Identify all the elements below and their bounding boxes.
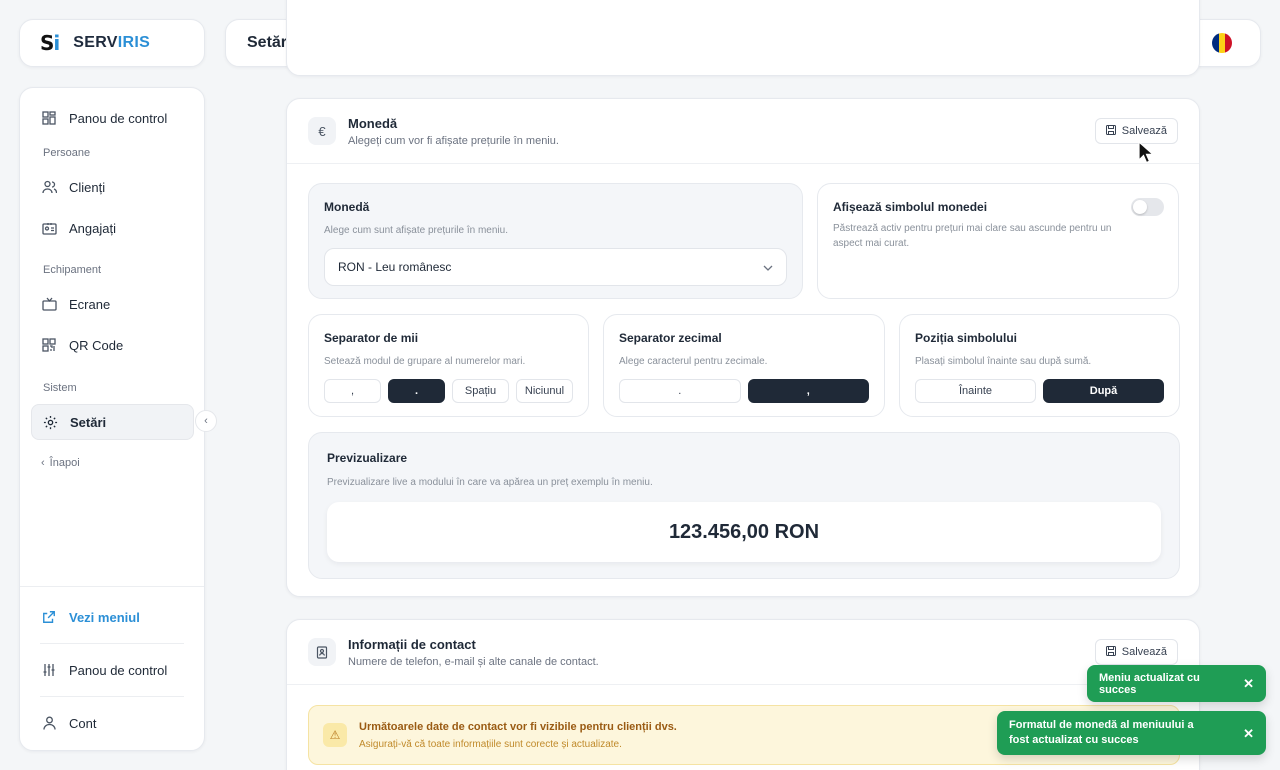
view-menu-label: Vezi meniul	[69, 609, 140, 625]
control-panel-link[interactable]: Panou de control	[31, 652, 194, 688]
sidebar-item-screens[interactable]: Ecrane	[31, 286, 194, 322]
position-option-after[interactable]: După	[1043, 379, 1164, 403]
chevron-down-icon	[763, 260, 773, 274]
sidebar-item-label: QR Code	[69, 337, 124, 353]
divider	[20, 586, 204, 587]
symbol-position-panel: Poziția simbolului Plasați simbolul înai…	[899, 314, 1180, 417]
preview-panel: Previzualizare Previzualizare live a mod…	[308, 432, 1180, 579]
sidebar-item-employees[interactable]: Angajați	[31, 210, 194, 246]
mouse-cursor-icon	[1138, 140, 1155, 170]
sidebar-item-settings[interactable]: Setări	[31, 404, 194, 440]
panel-subtitle: Setează modul de grupare al numerelor ma…	[324, 356, 526, 367]
contact-section-header: Informații de contact Numere de telefon,…	[287, 620, 1199, 685]
id-card-icon	[41, 220, 57, 236]
save-label: Salvează	[1121, 646, 1167, 658]
currency-symbol-panel: Afișează simbolul monedei Păstrează acti…	[817, 183, 1179, 299]
panel-title: Separator de mii	[324, 331, 419, 345]
close-icon[interactable]: ✕	[1231, 726, 1254, 741]
collapse-sidebar-button[interactable]: ‹	[195, 410, 217, 432]
gear-icon	[42, 414, 58, 430]
sidebar-item-dashboard[interactable]: Panou de control	[31, 100, 194, 136]
logo[interactable]: Si SERVIRIS	[19, 19, 205, 67]
external-link-icon	[41, 609, 57, 625]
sliders-icon	[41, 662, 57, 678]
thousands-option-space[interactable]: Spațiu	[452, 379, 509, 403]
sidebar-item-label: Setări	[70, 414, 107, 430]
panel-subtitle: Alege cum sunt afișate prețurile în meni…	[324, 225, 508, 236]
decimal-option-comma[interactable]: ,	[747, 379, 869, 403]
currency-select[interactable]: RON - Leu românesc	[324, 248, 787, 286]
price-preview: 123.456,00 RON	[327, 502, 1161, 562]
close-icon[interactable]: ✕	[1231, 676, 1254, 692]
sidebar-item-label: Panou de control	[69, 110, 168, 126]
save-button[interactable]: Salvează	[1094, 639, 1178, 665]
currency-select-panel: Monedă Alege cum sunt afișate prețurile …	[308, 183, 803, 299]
section-subtitle: Alegeți cum vor fi afișate prețurile în …	[348, 134, 559, 147]
section-subtitle: Numere de telefon, e-mail și alte canale…	[348, 655, 599, 668]
divider	[40, 696, 184, 697]
back-link[interactable]: ‹ Înapoi	[41, 457, 80, 469]
currency-section: € Monedă Alegeți cum vor fi afișate preț…	[286, 98, 1200, 597]
panel-title: Previzualizare	[327, 451, 408, 465]
toast-text: Formatul de monedă al meniuului a fost a…	[1009, 719, 1194, 746]
previous-section-card	[286, 0, 1200, 76]
sidebar: Panou de control Persoane Clienți Angaja…	[19, 87, 217, 751]
section-title: Informații de contact	[348, 636, 476, 652]
save-icon	[1105, 645, 1116, 659]
contact-book-icon	[308, 638, 336, 666]
dashboard-icon	[41, 110, 57, 126]
control-panel-label: Panou de control	[69, 662, 168, 678]
chevron-left-icon: ‹	[41, 457, 45, 469]
section-label-echipament: Echipament	[43, 264, 102, 276]
qr-icon	[41, 337, 57, 353]
thousands-option-none[interactable]: Niciunul	[516, 379, 573, 403]
account-link[interactable]: Cont	[31, 705, 194, 741]
save-button[interactable]: Salvează	[1094, 118, 1178, 144]
warning-subtitle: Asigurați-vă că toate informațiile sunt …	[359, 738, 622, 750]
sidebar-item-clients[interactable]: Clienți	[31, 169, 194, 205]
panel-title: Afișează simbolul monedei	[833, 200, 988, 214]
section-label-persoane: Persoane	[43, 147, 91, 159]
user-icon	[41, 715, 57, 731]
thousands-option-dot[interactable]: .	[388, 379, 445, 403]
warning-icon: ⚠	[323, 723, 347, 747]
back-label: Înapoi	[49, 457, 80, 469]
euro-icon: €	[308, 117, 336, 145]
success-toast: Formatul de monedă al meniuului a fost a…	[997, 711, 1266, 755]
decimal-option-dot[interactable]: .	[619, 379, 741, 403]
section-title: Monedă	[348, 115, 398, 131]
save-icon	[1105, 124, 1116, 138]
panel-title: Monedă	[324, 200, 370, 214]
sidebar-item-qr-code[interactable]: QR Code	[31, 327, 194, 363]
panel-subtitle: Previzualizare live a modului în care va…	[327, 477, 653, 488]
section-label-sistem: Sistem	[43, 382, 77, 394]
logo-mark: Si	[40, 31, 60, 55]
currency-select-value: RON - Leu românesc	[338, 260, 452, 274]
warning-title: Următoarele date de contact vor fi vizib…	[359, 720, 677, 733]
toast-text: Meniu actualizat cu succes	[1099, 671, 1200, 696]
currency-section-header: € Monedă Alegeți cum vor fi afișate preț…	[287, 99, 1199, 164]
panel-subtitle: Plasați simbolul înainte sau după sumă.	[915, 356, 1092, 367]
sidebar-item-label: Angajați	[69, 220, 116, 236]
panel-title: Poziția simbolului	[915, 331, 1018, 345]
show-symbol-toggle[interactable]	[1131, 198, 1164, 216]
thousands-option-comma[interactable]: ,	[324, 379, 381, 403]
sidebar-item-label: Ecrane	[69, 296, 111, 312]
account-label: Cont	[69, 715, 97, 731]
decimal-separator-panel: Separator zecimal Alege caracterul pentr…	[603, 314, 885, 417]
language-flag-icon[interactable]	[1212, 33, 1232, 53]
tv-icon	[41, 296, 57, 312]
sidebar-item-label: Clienți	[69, 179, 106, 195]
success-toast: Meniu actualizat cu succes ✕	[1087, 665, 1266, 702]
panel-title: Separator zecimal	[619, 331, 722, 345]
logo-text: SERVIRIS	[73, 34, 151, 51]
panel-subtitle: Alege caracterul pentru zecimale.	[619, 356, 768, 367]
thousands-separator-panel: Separator de mii Setează modul de grupar…	[308, 314, 589, 417]
view-menu-link[interactable]: Vezi meniul	[31, 599, 194, 635]
divider	[40, 643, 184, 644]
users-icon	[41, 179, 57, 195]
panel-subtitle: Păstrează activ pentru prețuri mai clare…	[833, 223, 1112, 249]
save-label: Salvează	[1121, 125, 1167, 137]
position-option-before[interactable]: Înainte	[915, 379, 1036, 403]
